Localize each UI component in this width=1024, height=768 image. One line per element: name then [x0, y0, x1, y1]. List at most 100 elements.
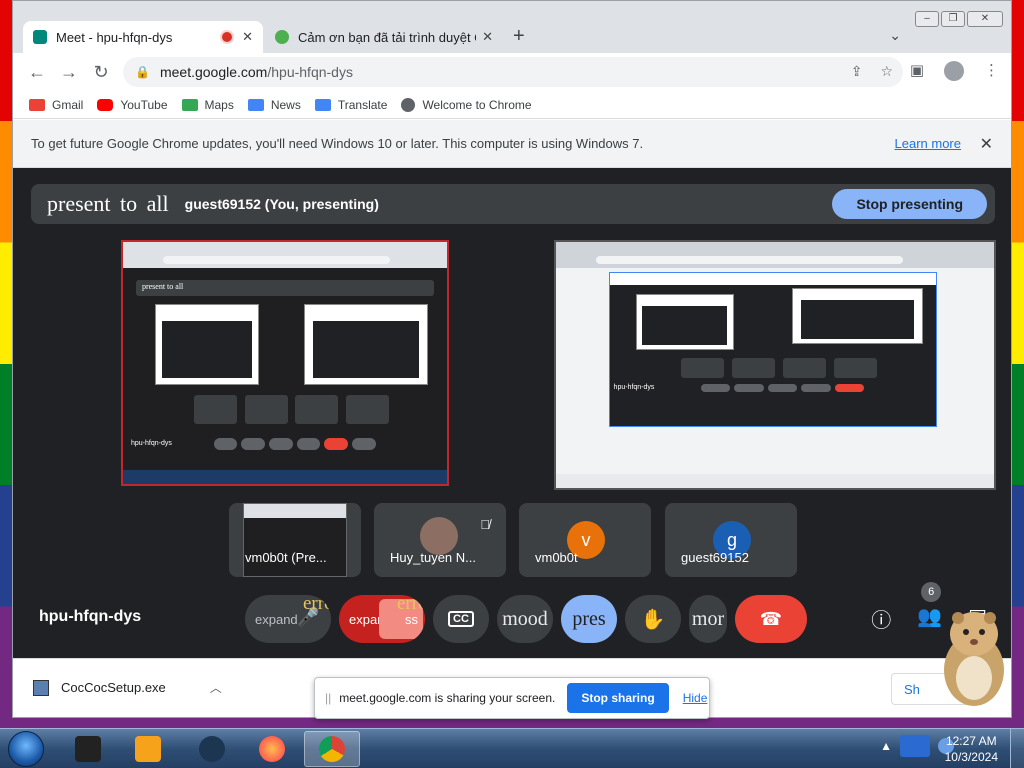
meet-favicon-icon — [33, 30, 47, 44]
taskbar-app[interactable] — [120, 731, 176, 767]
share-icon[interactable]: ⇪ — [851, 63, 863, 80]
chrome-window: Meet - hpu-hfqn-dys ✕ Cảm ơn bạn đã tải … — [12, 0, 1012, 718]
side-panel-icon[interactable]: ▣ — [910, 61, 924, 81]
tab-coccoc[interactable]: Cảm ơn bạn đã tải trình duyệt Cốc ✕ — [265, 21, 503, 53]
meeting-code: hpu-hfqn-dys — [39, 608, 142, 625]
close-tab-icon[interactable]: ✕ — [482, 29, 493, 45]
menu-kebab-icon[interactable]: ⋮ — [984, 61, 999, 81]
restore-icon[interactable]: ❐ — [941, 11, 965, 27]
forward-icon[interactable]: → — [53, 62, 85, 83]
chrome-icon — [319, 736, 345, 762]
new-tab-icon[interactable]: + — [513, 25, 525, 48]
url-path: /hpu-hfqn-dys — [267, 64, 353, 80]
bookmark-youtube[interactable]: YouTube — [97, 98, 168, 112]
recording-indicator-icon — [222, 32, 233, 42]
bookmark-label: News — [270, 97, 301, 112]
show-desktop-button[interactable] — [1010, 729, 1024, 768]
bookmark-label: Maps — [204, 97, 234, 112]
thumb-meeting-code: hpu-hfqn-dys — [131, 439, 172, 447]
close-window-icon[interactable]: ✕ — [967, 11, 1003, 27]
thumb-taskbar — [123, 470, 447, 484]
tab-search-chevron-icon[interactable]: ⌄ — [889, 27, 901, 44]
bookmark-maps[interactable]: Maps — [181, 97, 234, 112]
exe-file-icon — [33, 679, 49, 696]
download-item[interactable]: CocCocSetup.exe ︿ — [33, 679, 222, 696]
raise-hand-button[interactable]: ✋ — [625, 595, 681, 643]
camera-error-label: error — [397, 595, 425, 614]
mood-label: mood — [502, 607, 548, 630]
taskbar-app[interactable] — [184, 731, 240, 767]
bookmark-gmail[interactable]: Gmail — [29, 98, 83, 112]
camera-button[interactable]: expand ss error — [339, 595, 425, 643]
clock-date: 10/3/2024 — [944, 750, 998, 764]
leave-call-button[interactable]: ☎ — [735, 595, 807, 643]
minimize-icon[interactable]: – — [915, 11, 939, 27]
mic-muted-icon: 🎙̸ — [480, 517, 490, 532]
participant-name: vm0b0t (Pre... — [245, 550, 327, 565]
infobar-message: To get future Google Chrome updates, you… — [31, 136, 644, 151]
drag-handle-icon[interactable]: || — [325, 691, 331, 705]
call-controls: expand 🎤 error expand ss error CC mood p… — [245, 594, 807, 644]
profile-avatar-icon[interactable] — [944, 61, 964, 81]
present-button[interactable]: pres — [561, 595, 617, 643]
firefox-icon — [259, 736, 285, 762]
participant-name: guest69152 — [681, 550, 749, 565]
reload-icon[interactable]: ↻ — [85, 62, 117, 83]
bookmark-welcome[interactable]: Welcome to Chrome — [401, 97, 532, 112]
captions-icon: CC — [448, 611, 474, 627]
tray-app-icon[interactable] — [900, 735, 930, 757]
participant-tile[interactable]: vm0b0t (Pre... — [229, 503, 361, 577]
participant-tile[interactable]: g guest69152 — [665, 503, 797, 577]
stop-sharing-button[interactable]: Stop sharing — [567, 683, 669, 713]
taskbar-app-chrome[interactable] — [304, 731, 360, 767]
participant-screen-thumbnail — [243, 503, 347, 577]
participant-tile[interactable]: v vm0b0t — [519, 503, 651, 577]
clock-time: 12:27 AM — [945, 734, 997, 748]
mic-button[interactable]: expand 🎤 error — [245, 595, 331, 643]
reactions-button[interactable]: mood — [497, 595, 553, 643]
system-clock[interactable]: 12:27 AM 10/3/2024 — [945, 733, 998, 765]
participant-tile[interactable]: 🎙̸ Huy_tuyen N... — [374, 503, 506, 577]
tray-expand-icon[interactable]: ▲ — [880, 739, 892, 753]
taskbar-app[interactable] — [60, 731, 116, 767]
meet-call-area: present to all guest69152 (You, presenti… — [13, 168, 1011, 658]
shared-screen-left: present to all hpu-hfqn-dys — [121, 240, 449, 486]
update-infobar: To get future Google Chrome updates, you… — [13, 120, 1011, 168]
app-cube-icon — [75, 736, 101, 762]
bookmarks-bar: Gmail YouTube Maps News Translate Welcom… — [13, 91, 1011, 119]
bookmark-translate[interactable]: Translate — [314, 97, 388, 112]
taskbar-app[interactable] — [244, 731, 300, 767]
close-tab-icon[interactable]: ✕ — [242, 29, 253, 45]
address-bar[interactable]: 🔒 meet.google.com/hpu-hfqn-dys ⇪ ☆ — [123, 57, 903, 87]
more-label: mor — [691, 607, 725, 630]
download-filename: CocCocSetup.exe — [61, 680, 166, 695]
shared-screen-right: hpu-hfqn-dys — [554, 240, 996, 490]
stop-presenting-button[interactable]: Stop presenting — [832, 189, 987, 219]
start-button-icon[interactable] — [8, 731, 44, 767]
captions-button[interactable]: CC — [433, 595, 489, 643]
hand-icon: ✋ — [640, 608, 666, 631]
thumb-browser-chrome — [556, 242, 994, 268]
more-options-button[interactable]: mor — [689, 595, 727, 643]
lock-icon: 🔒 — [135, 65, 150, 79]
presenter-name: guest69152 (You, presenting) — [184, 196, 379, 212]
back-icon[interactable]: ← — [21, 62, 53, 83]
thumb-present-label: present to all — [141, 282, 184, 292]
chevron-up-icon[interactable]: ︿ — [210, 679, 222, 696]
youtube-icon — [97, 98, 114, 111]
bookmark-news[interactable]: News — [247, 97, 301, 112]
media-player-icon — [135, 736, 161, 762]
bookmark-label: Translate — [337, 97, 388, 112]
sharing-message: meet.google.com is sharing your screen. — [339, 691, 556, 705]
tab-meet[interactable]: Meet - hpu-hfqn-dys ✕ — [23, 21, 263, 53]
thumb-meeting-code: hpu-hfqn-dys — [613, 383, 655, 391]
learn-more-link[interactable]: Learn more — [895, 136, 961, 151]
hamster-sticker-icon — [944, 612, 1004, 706]
hide-link[interactable]: Hide — [683, 691, 708, 705]
present-label: pres — [572, 607, 606, 630]
tab-title: Cảm ơn bạn đã tải trình duyệt Cốc — [298, 29, 476, 45]
info-icon[interactable]: ⓘ — [871, 604, 891, 633]
present-to-all-label: present to all — [47, 191, 169, 216]
bookmark-star-icon[interactable]: ☆ — [880, 63, 893, 80]
close-infobar-icon[interactable]: ✕ — [980, 134, 993, 154]
